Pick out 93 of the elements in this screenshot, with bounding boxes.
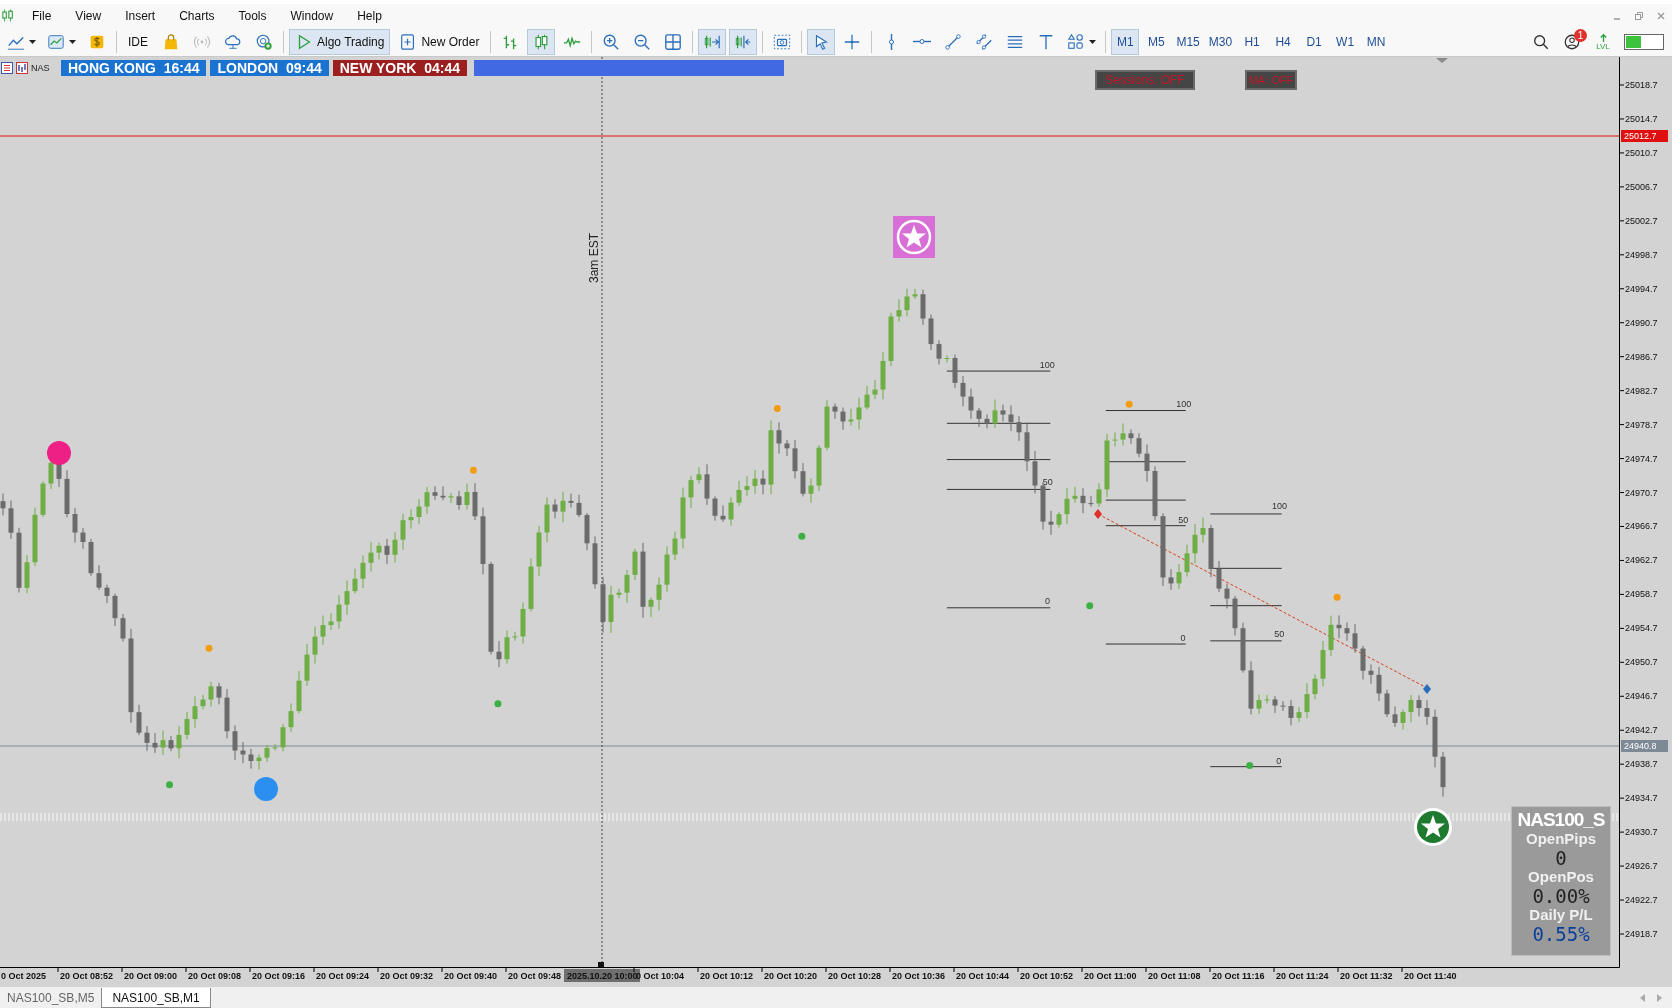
vertical-line-label: 3am EST	[587, 233, 601, 283]
level-label: 50	[1042, 476, 1053, 487]
price-label: 24958.7	[1625, 589, 1658, 600]
timeframe-button[interactable]: M30	[1205, 28, 1236, 55]
menu-item[interactable]: View	[65, 8, 116, 23]
price-label: 25018.7	[1625, 80, 1658, 90]
notification-badge: 1	[1574, 28, 1587, 42]
time-label: 20 Oct 09:40	[444, 971, 498, 981]
menu-item[interactable]: Help	[347, 8, 396, 23]
price-label: 24998.7	[1625, 249, 1658, 260]
price-label: 24926.7	[1625, 861, 1658, 872]
panel-symbol: NAS100_S	[1517, 809, 1605, 830]
time-label: 20 Oct 10:28	[828, 971, 882, 981]
time-label: 20 Oct 11:08	[1148, 971, 1201, 981]
price-label: 24986.7	[1625, 351, 1658, 362]
notifications-button[interactable]: 1	[1558, 28, 1586, 55]
session-clock: NEW YORK 04:44	[332, 60, 468, 76]
time-label: 20 Oct 09:48	[508, 971, 562, 981]
chart-tab[interactable]: NAS100_SB,M1	[101, 988, 211, 1008]
price-label: 24938.7	[1625, 759, 1658, 770]
time-label: 0 Oct 2025	[1, 971, 47, 981]
level-label: 50	[1178, 515, 1189, 526]
level-label: 0	[1044, 596, 1050, 607]
price-label: 24974.7	[1625, 453, 1658, 464]
panel-label: Daily P/L	[1529, 906, 1593, 924]
price-label: 24982.7	[1625, 385, 1658, 396]
time-label: 20 Oct 09:24	[316, 971, 370, 981]
menu-item[interactable]: File	[22, 8, 66, 23]
price-label: 24950.7	[1625, 657, 1658, 668]
timeframe-button[interactable]: MN	[1362, 28, 1391, 55]
panel-value: 0.55%	[1532, 924, 1590, 944]
price-label: 25010.7	[1625, 147, 1658, 158]
menu-item[interactable]: Tools	[228, 8, 281, 23]
time-label: 20 Oct 10:20	[764, 971, 818, 981]
session-clock: HONG KONG 16:44	[61, 60, 207, 76]
price-label: 24970.7	[1625, 487, 1658, 498]
timeframe-button[interactable]: M5	[1142, 28, 1171, 55]
timeframe-button[interactable]: M15	[1173, 28, 1203, 55]
time-label: 20 Oct 10:44	[956, 971, 1010, 981]
price-label: 24922.7	[1625, 895, 1658, 906]
timeframe-button[interactable]: M1	[1111, 28, 1140, 55]
time-label: 20 Oct 10:12	[700, 971, 754, 981]
level-label: 100	[1272, 501, 1288, 512]
time-label: 20 Oct 11:40	[1404, 971, 1457, 981]
panel-value: 0.00%	[1532, 886, 1590, 906]
symbol-label: NAS	[31, 63, 50, 73]
time-label: 20 Oct 11:24	[1276, 971, 1329, 981]
timeframe-button[interactable]: D1	[1300, 28, 1329, 55]
price-label: 24954.7	[1625, 623, 1658, 634]
time-label: 20 Oct 11:16	[1212, 971, 1265, 981]
time-label: 20 Oct 08:52	[60, 971, 114, 981]
level-label: 100	[1039, 359, 1055, 370]
time-label: 20 Oct 09:32	[380, 971, 434, 981]
time-label: 20 Oct 10:52	[1020, 971, 1074, 981]
play-button[interactable]: Algo Trading	[289, 28, 391, 55]
panel-value: 0	[1555, 848, 1567, 868]
price-label: 24934.7	[1625, 793, 1658, 804]
menu-item[interactable]: Charts	[169, 8, 229, 23]
timeframe-button[interactable]: H4	[1269, 28, 1298, 55]
level-label: 50	[1274, 629, 1285, 640]
price-label: 24966.7	[1625, 521, 1658, 532]
time-label: 20 Oct 10:36	[892, 971, 946, 981]
price-label: 24990.7	[1625, 317, 1658, 328]
time-label: 20 Oct 11:32	[1340, 971, 1393, 981]
price-label: 24946.7	[1625, 691, 1658, 702]
time-label: 20 Oct 09:08	[188, 971, 242, 981]
timeframe-button[interactable]: W1	[1331, 28, 1360, 55]
menu-item[interactable]: Window	[280, 8, 348, 23]
panel-label: OpenPips	[1526, 830, 1596, 848]
time-label: 20 Oct 09:16	[252, 971, 306, 981]
level-label: 0	[1180, 632, 1186, 643]
new-order-button[interactable]: New Order	[393, 28, 486, 55]
price-label: 24962.7	[1625, 555, 1658, 566]
menu-item[interactable]: Insert	[115, 8, 170, 23]
price-label: 25006.7	[1625, 181, 1658, 192]
level-label: 0	[1276, 756, 1282, 767]
level-label: 100	[1176, 399, 1192, 410]
price-label: 24994.7	[1625, 283, 1658, 294]
time-label: 20 Oct 09:00	[124, 971, 178, 981]
price-label: 25002.7	[1625, 215, 1658, 226]
bid-price-tag: 24940.8	[1621, 740, 1668, 752]
price-label: 25014.7	[1625, 113, 1658, 124]
session-clock: LONDON 09:44	[210, 60, 329, 76]
panel-label: OpenPos	[1528, 868, 1594, 886]
alert-price-tag: 25012.7	[1621, 130, 1668, 142]
price-label: 24918.7	[1625, 929, 1658, 939]
time-label: 20 Oct 11:00	[1084, 971, 1137, 981]
chart-tab[interactable]: NAS100_SB,M5	[0, 988, 102, 1008]
price-label: 24930.7	[1625, 827, 1658, 838]
tool-button[interactable]: IDE	[122, 28, 154, 55]
price-label: 24942.7	[1625, 725, 1658, 736]
price-label: 24978.7	[1625, 419, 1658, 430]
timeframe-button[interactable]: H1	[1238, 28, 1267, 55]
